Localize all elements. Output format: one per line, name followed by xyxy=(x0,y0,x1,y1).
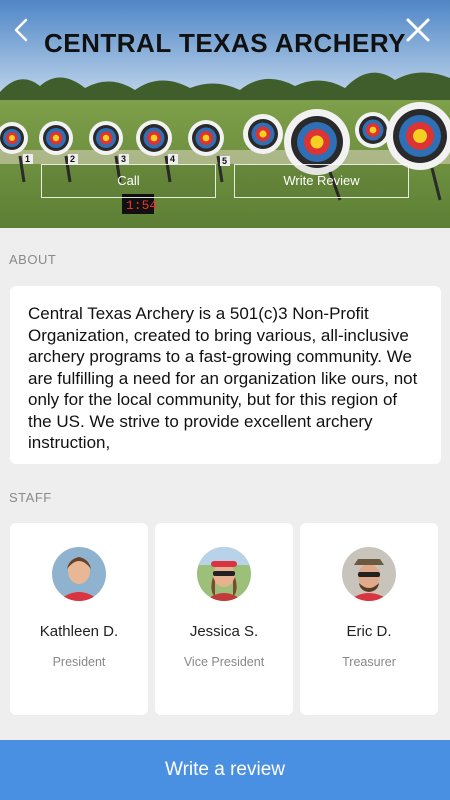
staff-name: Kathleen D. xyxy=(39,623,119,640)
staff-name: Jessica S. xyxy=(189,623,259,640)
about-card: Central Texas Archery is a 501(c)3 Non-P… xyxy=(10,286,441,464)
staff-card[interactable]: Jessica S. Vice President xyxy=(155,523,293,715)
call-button[interactable]: Call xyxy=(41,164,216,198)
close-icon xyxy=(406,18,430,42)
staff-card[interactable]: Eric D. Treasurer xyxy=(300,523,438,715)
about-section-label: ABOUT xyxy=(9,252,57,267)
avatar xyxy=(52,547,106,601)
staff-card[interactable]: Kathleen D. President xyxy=(10,523,148,715)
chevron-left-icon xyxy=(14,18,28,42)
staff-name: Eric D. xyxy=(346,623,392,640)
target-number: 3 xyxy=(121,154,126,164)
staff-role: Vice President xyxy=(183,655,265,669)
close-button[interactable] xyxy=(402,14,434,46)
target-number: 2 xyxy=(70,154,75,164)
staff-section-label: STAFF xyxy=(9,490,52,505)
target-number: 5 xyxy=(222,156,227,166)
avatar xyxy=(342,547,396,601)
header-hero: 1 2 3 4 5 1:54 CENTRAL TEXAS ARCHERY Cal… xyxy=(0,0,450,228)
write-review-button[interactable]: Write a review xyxy=(0,740,450,800)
staff-role: President xyxy=(52,655,106,669)
avatar xyxy=(197,547,251,601)
staff-role: Treasurer xyxy=(342,655,396,669)
scoreboard-time: 1:54 xyxy=(126,198,157,213)
target-number: 1 xyxy=(25,154,30,164)
target-number: 4 xyxy=(170,154,175,164)
back-button[interactable] xyxy=(6,14,38,46)
about-description: Central Texas Archery is a 501(c)3 Non-P… xyxy=(28,304,418,452)
write-review-header-button[interactable]: Write Review xyxy=(234,164,409,198)
page-title: CENTRAL TEXAS ARCHERY xyxy=(43,28,406,58)
